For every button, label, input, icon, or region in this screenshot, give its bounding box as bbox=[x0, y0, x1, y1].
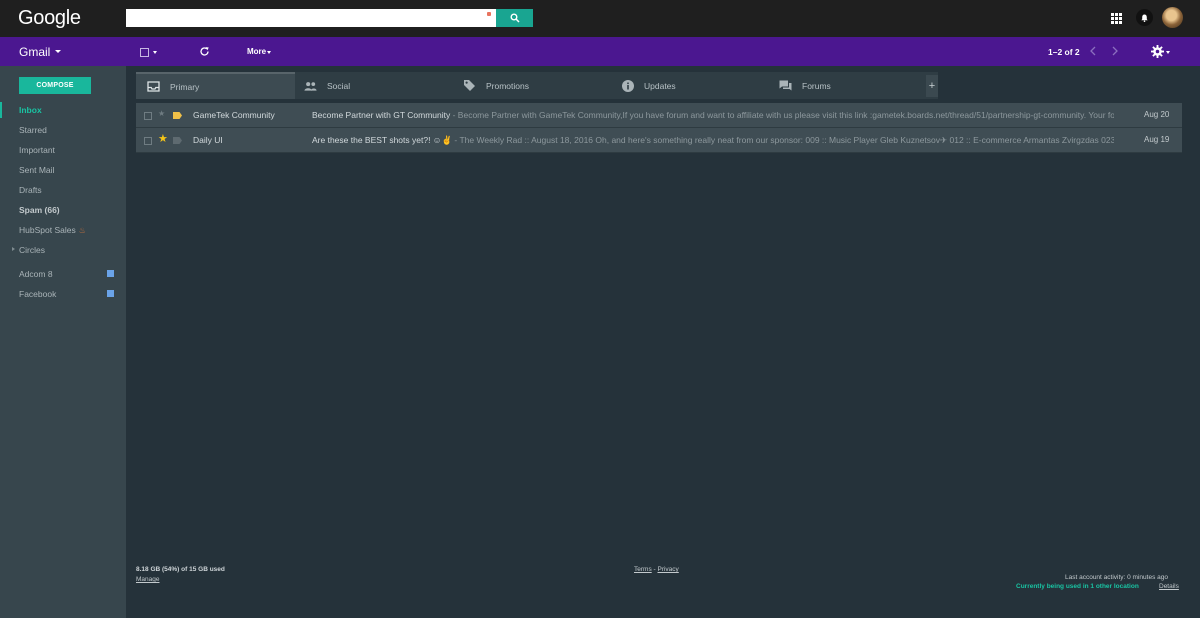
tab-primary[interactable]: Primary bbox=[136, 72, 295, 99]
sidebar-item-facebook[interactable]: Facebook bbox=[0, 286, 126, 298]
sidebar-item-label: Facebook bbox=[19, 289, 57, 298]
forum-icon bbox=[779, 79, 792, 92]
expand-triangle-icon[interactable] bbox=[12, 247, 15, 251]
sidebar-item-label: Circles bbox=[19, 245, 45, 255]
storage-usage: 8.18 GB (54%) of 15 GB used bbox=[136, 566, 225, 573]
select-dropdown-caret-icon[interactable] bbox=[153, 51, 157, 54]
older-chevron-left-icon[interactable] bbox=[1089, 46, 1097, 56]
row-checkbox[interactable] bbox=[144, 137, 152, 145]
tab-label: Promotions bbox=[486, 80, 529, 91]
row-date: Aug 19 bbox=[1144, 135, 1170, 144]
row-sender: GameTek Community bbox=[193, 110, 275, 120]
table-row[interactable]: ★ GameTek Community Become Partner with … bbox=[136, 103, 1182, 128]
notifications-bell-icon[interactable] bbox=[1136, 9, 1153, 26]
sidebar-item-spam[interactable]: Spam (66) bbox=[0, 202, 126, 218]
info-icon bbox=[621, 79, 634, 92]
sidebar-item-sent-mail[interactable]: Sent Mail bbox=[0, 162, 126, 178]
settings-caret-icon[interactable] bbox=[1166, 51, 1170, 54]
sidebar-item-hubspot-sales[interactable]: HubSpot Sales ♨ bbox=[0, 222, 126, 238]
importance-marker-icon[interactable] bbox=[173, 137, 182, 144]
inbox-icon bbox=[147, 80, 160, 93]
importance-marker-icon[interactable] bbox=[173, 112, 182, 119]
tab-updates[interactable]: Updates bbox=[621, 72, 771, 99]
tab-forums[interactable]: Forums bbox=[779, 72, 919, 99]
settings-gear-icon[interactable] bbox=[1151, 45, 1164, 58]
tab-label: Social bbox=[327, 80, 351, 91]
search-icon bbox=[510, 13, 520, 23]
row-subject-snippet: Become Partner with GT Community - Becom… bbox=[312, 110, 1114, 120]
category-tabs: Primary Social Promotions Updates Forums bbox=[136, 72, 938, 99]
row-checkbox[interactable] bbox=[144, 112, 152, 120]
flame-icon: ♨ bbox=[78, 226, 86, 235]
last-activity: Last account activity: 0 minutes ago bbox=[1065, 574, 1168, 581]
sidebar: COMPOSE Inbox Starred Important Sent Mai… bbox=[0, 66, 126, 618]
newer-chevron-right-icon[interactable] bbox=[1111, 46, 1119, 56]
gmail-menu-caret-icon[interactable] bbox=[55, 50, 61, 53]
tab-promotions[interactable]: Promotions bbox=[463, 72, 613, 99]
more-caret-icon[interactable] bbox=[267, 51, 271, 54]
star-outline-icon[interactable]: ★ bbox=[158, 108, 170, 120]
select-all-checkbox[interactable] bbox=[140, 48, 149, 57]
row-subject: Become Partner with GT Community bbox=[312, 110, 451, 120]
sidebar-item-circles[interactable]: Circles bbox=[0, 242, 126, 258]
privacy-link[interactable]: Privacy bbox=[657, 566, 678, 573]
tag-icon bbox=[463, 79, 476, 92]
other-location-notice: Currently being used in 1 other location bbox=[1016, 583, 1139, 590]
row-subject: Are these the BEST shots yet?! ☺✌ bbox=[312, 135, 453, 145]
sidebar-item-label: HubSpot Sales bbox=[19, 225, 76, 235]
manage-storage-link[interactable]: Manage bbox=[136, 576, 160, 583]
tab-social[interactable]: Social bbox=[304, 72, 454, 99]
label-color-swatch bbox=[107, 290, 114, 297]
row-sender: Daily UI bbox=[193, 135, 223, 145]
tab-label: Updates bbox=[644, 80, 676, 91]
tab-label: Forums bbox=[802, 80, 831, 91]
label-color-swatch bbox=[107, 270, 114, 277]
row-date: Aug 20 bbox=[1144, 110, 1170, 119]
apps-grid-icon[interactable] bbox=[1111, 13, 1122, 24]
row-subject-snippet: Are these the BEST shots yet?! ☺✌ - The … bbox=[312, 135, 1114, 146]
terms-link[interactable]: Terms bbox=[634, 566, 652, 573]
pagination-count: 1–2 of 2 bbox=[1048, 47, 1080, 57]
details-link[interactable]: Details bbox=[1159, 583, 1179, 590]
people-icon bbox=[304, 79, 317, 92]
sidebar-item-inbox[interactable]: Inbox bbox=[0, 102, 126, 118]
sidebar-item-important[interactable]: Important bbox=[0, 142, 126, 158]
sidebar-item-drafts[interactable]: Drafts bbox=[0, 182, 126, 198]
account-avatar[interactable] bbox=[1162, 7, 1183, 28]
row-snippet: - Become Partner with GameTek Community,… bbox=[450, 110, 1114, 120]
terms-privacy: Terms - Privacy bbox=[634, 566, 679, 573]
refresh-icon[interactable] bbox=[199, 46, 210, 57]
gmail-toolbar: Gmail More 1–2 of 2 bbox=[0, 37, 1200, 66]
table-row[interactable]: ★ Daily UI Are these the BEST shots yet?… bbox=[136, 128, 1182, 153]
top-bar: Google bbox=[0, 0, 1200, 37]
search-input[interactable] bbox=[126, 9, 496, 27]
row-snippet: - The Weekly Rad :: August 18, 2016 Oh, … bbox=[452, 135, 1114, 145]
search-cursor-mark bbox=[487, 12, 491, 16]
sidebar-item-adcom[interactable]: Adcom 8 bbox=[0, 266, 126, 282]
tab-label: Primary bbox=[170, 81, 200, 92]
star-filled-icon[interactable]: ★ bbox=[158, 133, 170, 145]
google-logo[interactable]: Google bbox=[18, 7, 81, 30]
sidebar-item-label: Adcom 8 bbox=[19, 269, 53, 279]
add-tab-plus-icon[interactable]: + bbox=[926, 75, 938, 97]
compose-button[interactable]: COMPOSE bbox=[19, 77, 91, 94]
gmail-menu-label[interactable]: Gmail bbox=[19, 45, 50, 59]
more-button[interactable]: More bbox=[247, 47, 266, 56]
search-button[interactable] bbox=[496, 9, 533, 27]
sidebar-item-starred[interactable]: Starred bbox=[0, 122, 126, 138]
